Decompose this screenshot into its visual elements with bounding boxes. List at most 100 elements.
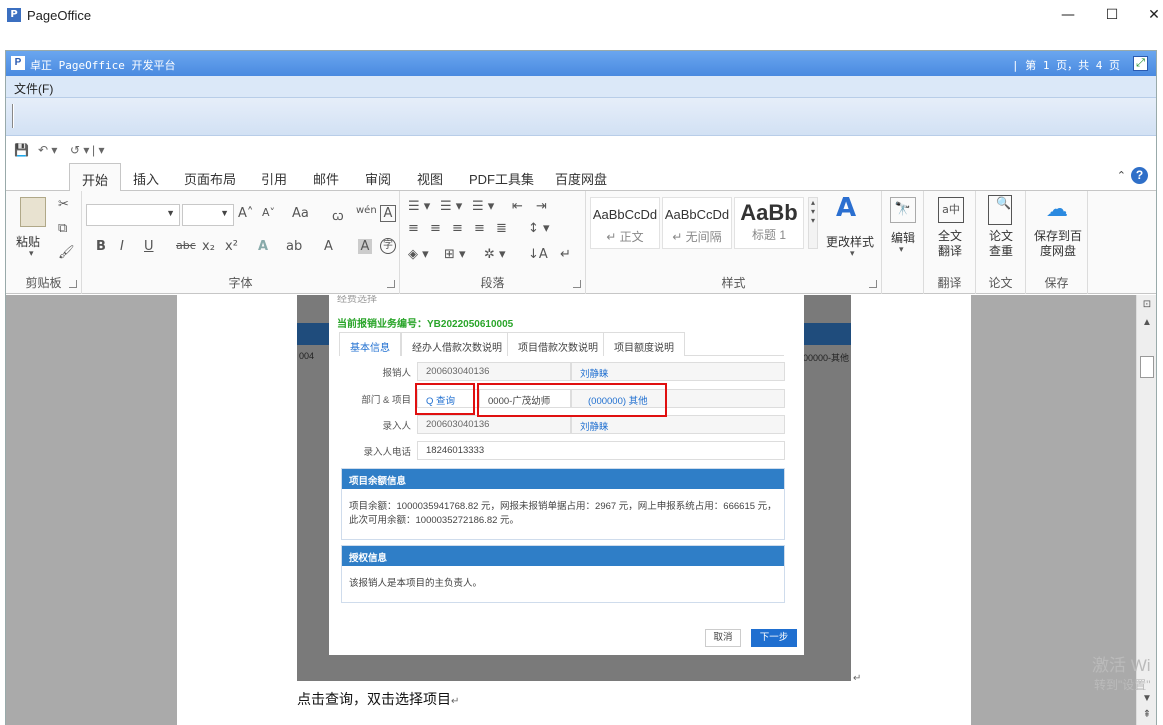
- ribbon: 粘贴 ▾ ✂ ⧉ 🖌 剪贴板 ▼ ▼ A˄ A˅ Aa ꞷ wén A B I …: [6, 191, 1156, 294]
- paste-dropdown-icon[interactable]: ▾: [29, 249, 34, 259]
- char-shading-icon[interactable]: A: [358, 239, 372, 254]
- style-no-spacing[interactable]: AaBbCcDd ↵ 无间隔: [662, 197, 732, 249]
- styles-launcher-icon[interactable]: [869, 280, 877, 288]
- font-name-combo[interactable]: ▼: [86, 204, 180, 226]
- grow-font-icon[interactable]: A˄: [238, 206, 253, 221]
- save-to-baidu-button[interactable]: 保存到百 度网盘: [1028, 229, 1088, 259]
- paste-icon[interactable]: [20, 197, 46, 227]
- numbering-icon[interactable]: ☰ ▾: [440, 199, 462, 214]
- tab-baidu-netdisk[interactable]: 百度网盘: [555, 169, 607, 188]
- format-painter-icon[interactable]: 🖌: [58, 245, 75, 260]
- tab-review[interactable]: 审阅: [365, 169, 391, 188]
- editing-button[interactable]: 编辑: [891, 229, 915, 246]
- full-translate-button[interactable]: 全文 翻译: [930, 229, 970, 259]
- cancel-button[interactable]: 取消: [705, 629, 741, 647]
- align-left-icon[interactable]: ≡: [408, 221, 419, 236]
- underline-icon[interactable]: U: [144, 239, 154, 254]
- caption-paragraph-mark: ↵: [451, 696, 460, 707]
- document-page[interactable]: 004 000000-其他 经费选择 当前报销业务编号：YB2022050610…: [177, 295, 971, 725]
- tab-page-layout[interactable]: 页面布局: [184, 169, 236, 188]
- cut-icon[interactable]: ✂: [58, 197, 69, 212]
- paste-button[interactable]: 粘贴: [16, 233, 40, 250]
- collapse-ribbon-icon[interactable]: ⌃: [1117, 169, 1126, 182]
- style-heading-1[interactable]: AaBb 标题 1: [734, 197, 804, 249]
- help-icon[interactable]: ?: [1131, 167, 1148, 184]
- font-size-combo[interactable]: ▼: [182, 204, 234, 226]
- styles-scroll-icon[interactable]: ▴ ▾ ▾: [808, 197, 818, 249]
- change-case-icon[interactable]: Aa: [292, 206, 309, 221]
- redo-icon[interactable]: ↺ ▾: [70, 143, 89, 157]
- change-styles-icon[interactable]: A: [836, 193, 856, 223]
- scroll-down-icon[interactable]: ▼: [1140, 693, 1154, 704]
- text-effect-icon[interactable]: A: [258, 239, 268, 254]
- paper-check-button[interactable]: 论文 查重: [982, 229, 1020, 259]
- align-right-icon[interactable]: ≡: [452, 221, 463, 236]
- change-styles-button[interactable]: 更改样式: [826, 233, 874, 250]
- binoculars-icon[interactable]: 🔭: [890, 197, 916, 223]
- customize-qat-icon[interactable]: | ▾: [92, 143, 104, 157]
- tab-pdf-tools[interactable]: PDF工具集: [469, 169, 534, 188]
- maximize-button[interactable]: ☐: [1097, 4, 1127, 26]
- minimize-button[interactable]: —: [1053, 4, 1083, 26]
- copy-icon[interactable]: ⧉: [58, 221, 67, 236]
- bullets-icon[interactable]: ☰ ▾: [408, 199, 430, 214]
- ribbon-tabs: 开始 插入 页面布局 引用 邮件 审阅 视图 PDF工具集 百度网盘 ⌃ ?: [6, 163, 1156, 192]
- tab-insert[interactable]: 插入: [133, 169, 159, 188]
- font-color-icon[interactable]: A: [324, 239, 333, 254]
- dialog-tab-handler-loans[interactable]: 经办人借款次数说明: [401, 332, 513, 356]
- sort-icon[interactable]: ↓A: [528, 247, 548, 262]
- multilevel-list-icon[interactable]: ☰ ▾: [472, 199, 494, 214]
- style-normal[interactable]: AaBbCcDd ↵ 正文: [590, 197, 660, 249]
- highlight-icon[interactable]: ab: [286, 239, 302, 254]
- document-caption[interactable]: 点击查询，双击选择项目↵: [297, 689, 459, 709]
- strikethrough-icon[interactable]: abc: [176, 239, 196, 252]
- increase-indent-icon[interactable]: ⇥: [536, 199, 547, 214]
- superscript-icon[interactable]: x²: [225, 239, 238, 254]
- dialog-tab-project-loans[interactable]: 项目借款次数说明: [507, 332, 609, 356]
- decrease-indent-icon[interactable]: ⇤: [512, 199, 523, 214]
- distributed-icon[interactable]: ≣: [496, 221, 507, 236]
- subscript-icon[interactable]: x₂: [202, 239, 215, 254]
- entry-phone-field[interactable]: 18246013333: [417, 441, 785, 460]
- enclose-char-icon[interactable]: 字: [380, 238, 396, 254]
- change-styles-dropdown-icon[interactable]: ▾: [850, 249, 855, 259]
- paragraph-launcher-icon[interactable]: [573, 280, 581, 288]
- dialog-tab-basic[interactable]: 基本信息: [339, 332, 401, 356]
- row-entry-phone-label: 录入人电话: [363, 447, 411, 458]
- editing-dropdown-icon[interactable]: ▾: [899, 245, 904, 255]
- ruler-toggle-icon[interactable]: ⊡: [1140, 299, 1154, 310]
- shading-icon[interactable]: ◈ ▾: [408, 247, 429, 262]
- menu-file[interactable]: 文件(F): [14, 80, 53, 97]
- scroll-thumb[interactable]: [1140, 356, 1154, 378]
- clipboard-launcher-icon[interactable]: [69, 280, 77, 288]
- baidu-netdisk-icon[interactable]: ☁: [1046, 197, 1068, 222]
- show-marks-icon[interactable]: ↵: [560, 247, 571, 262]
- fullscreen-icon[interactable]: ⤢: [1133, 56, 1148, 71]
- chinese-layout-icon[interactable]: ✲ ▾: [484, 247, 506, 262]
- borders-icon[interactable]: ⊞ ▾: [444, 247, 466, 262]
- italic-icon[interactable]: I: [120, 239, 124, 254]
- translate-icon[interactable]: a中: [938, 197, 964, 223]
- paper-check-icon[interactable]: 🔍: [988, 195, 1012, 225]
- tab-references[interactable]: 引用: [261, 169, 287, 188]
- wen-icon[interactable]: wén: [356, 205, 377, 216]
- line-spacing-icon[interactable]: ↕ ▾: [528, 221, 550, 236]
- tab-mailings[interactable]: 邮件: [313, 169, 339, 188]
- tab-home[interactable]: 开始: [69, 163, 122, 192]
- bold-icon[interactable]: B: [96, 239, 106, 254]
- close-button[interactable]: ✕: [1139, 4, 1163, 26]
- shrink-font-icon[interactable]: A˅: [262, 206, 275, 219]
- char-border-icon[interactable]: A: [380, 205, 396, 222]
- align-center-icon[interactable]: ≡: [430, 221, 441, 236]
- dialog-tab-project-quota[interactable]: 项目额度说明: [603, 332, 685, 356]
- scroll-up-icon[interactable]: ▲: [1140, 317, 1154, 328]
- font-launcher-icon[interactable]: [387, 280, 395, 288]
- toolbar-grip[interactable]: [12, 104, 14, 128]
- save-icon[interactable]: 💾: [14, 143, 29, 157]
- justify-icon[interactable]: ≡: [474, 221, 485, 236]
- phonetic-guide-icon[interactable]: ꞷ: [332, 206, 344, 224]
- next-step-button[interactable]: 下一步: [751, 629, 797, 647]
- tab-view[interactable]: 视图: [417, 169, 443, 188]
- prev-page-icon[interactable]: ⇞: [1140, 709, 1154, 720]
- undo-icon[interactable]: ↶ ▾: [38, 143, 57, 157]
